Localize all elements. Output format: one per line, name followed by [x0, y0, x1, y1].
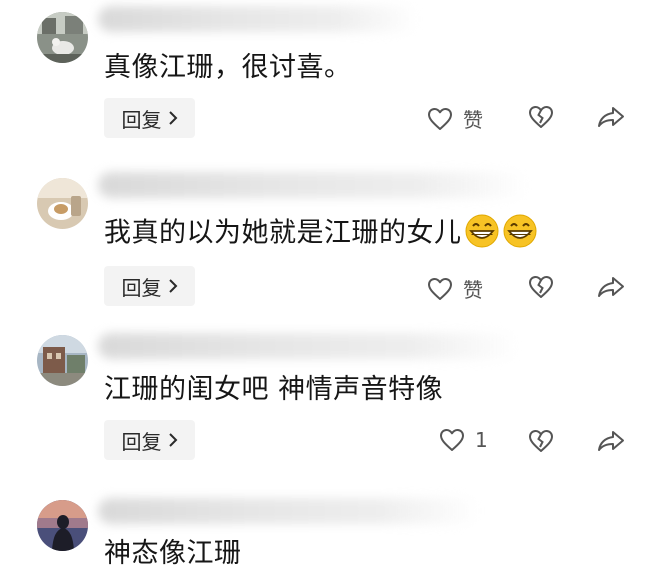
- avatar[interactable]: [37, 500, 88, 551]
- comment-text: 神态像江珊: [104, 538, 242, 569]
- share-arrow-icon[interactable]: [597, 429, 625, 453]
- like-label: 赞: [463, 108, 483, 132]
- like-button[interactable]: 赞: [427, 104, 483, 133]
- share-arrow-icon[interactable]: [597, 275, 625, 299]
- avatar[interactable]: [37, 335, 88, 386]
- reply-button[interactable]: 回复: [104, 98, 195, 138]
- chevron-right-icon: [168, 433, 177, 447]
- like-label: 赞: [463, 278, 483, 302]
- reply-label: 回复: [121, 107, 162, 132]
- avatar[interactable]: [37, 12, 88, 63]
- reply-button[interactable]: 回复: [104, 266, 195, 306]
- grin-emoji-icon: [503, 214, 536, 248]
- like-button[interactable]: 赞: [427, 274, 483, 303]
- comment-item: 真像江珊，很讨喜。 回复 赞: [0, 0, 660, 150]
- chevron-right-icon: [168, 111, 177, 125]
- broken-heart-icon[interactable]: [528, 275, 554, 299]
- avatar[interactable]: [37, 178, 88, 229]
- share-arrow-icon[interactable]: [597, 105, 625, 129]
- like-count: 1: [475, 428, 488, 452]
- reply-label: 回复: [121, 429, 162, 454]
- reply-button[interactable]: 回复: [104, 420, 195, 460]
- broken-heart-icon[interactable]: [528, 105, 554, 129]
- comment-text: 真像江珊，很讨喜。: [104, 52, 352, 83]
- heart-outline-icon: [428, 107, 452, 130]
- heart-outline-icon: [440, 429, 464, 451]
- username-redacted: [98, 498, 478, 524]
- broken-heart-icon[interactable]: [528, 429, 554, 453]
- grin-emoji-icon: [465, 214, 498, 248]
- heart-outline-icon: [428, 277, 452, 300]
- comment-item: 江珊的闺女吧 神情声音特像 回复 1: [0, 320, 660, 470]
- username-redacted: [98, 333, 518, 359]
- comment-text: 江珊的闺女吧 神情声音特像: [104, 374, 444, 405]
- chevron-right-icon: [168, 279, 177, 293]
- username-redacted: [98, 172, 528, 198]
- like-button[interactable]: 1: [439, 428, 488, 452]
- username-redacted: [98, 6, 418, 32]
- reply-label: 回复: [121, 275, 162, 300]
- comment-item: 我真的以为她就是江珊的女儿 回复 赞: [0, 165, 660, 315]
- comment-text: 我真的以为她就是江珊的女儿: [104, 214, 538, 252]
- comment-item: 神态像江珊: [0, 480, 660, 588]
